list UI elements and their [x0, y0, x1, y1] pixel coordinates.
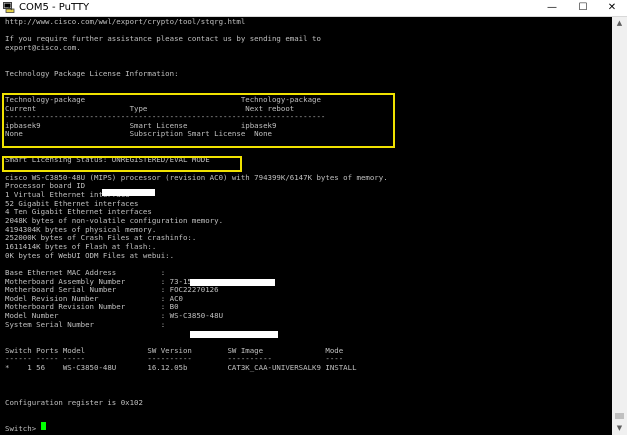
terminal-line: ------ ----- ----- ---------- ----------… [5, 354, 344, 364]
terminal-line: 1611414K bytes of Flash at flash:. [5, 241, 157, 251]
terminal-line: 252000K bytes of Crash Files at crashinf… [5, 233, 197, 243]
terminal-line: Model Revision Number : AC0 [5, 293, 183, 303]
terminal-line: 0K bytes of WebUI ODM Files at webui:. [5, 250, 175, 260]
license-table-highlight [2, 93, 395, 148]
terminal-line: Model Number : WS-C3850-48U [5, 311, 224, 321]
terminal-line: System Serial Number : [5, 319, 166, 329]
scroll-up-arrow-icon[interactable]: ▲ [612, 17, 627, 30]
terminal-line: Motherboard Assembly Number : 73-15799-0… [5, 276, 219, 286]
terminal-line: Motherboard Revision Number : B0 [5, 302, 179, 312]
terminal-line: http://www.cisco.com/wwl/export/crypto/t… [5, 17, 246, 26]
redacted-mac-address [190, 279, 275, 286]
terminal-output[interactable]: Switch> Configuration register is 0x102 * … [2, 17, 610, 435]
redacted-serial-number [190, 331, 278, 338]
terminal-line: Switch> [5, 423, 37, 433]
terminal-line: 4194304K bytes of physical memory. [5, 224, 157, 234]
terminal-line: Motherboard Serial Number : FOC22270126 [5, 285, 219, 295]
terminal-line: Base Ethernet MAC Address : [5, 267, 166, 277]
terminal-line: If you require further assistance please… [5, 34, 321, 44]
terminal-line: Technology Package License Information: [5, 68, 179, 78]
terminal-line: Configuration register is 0x102 [5, 397, 143, 407]
terminal-line: * 1 56 WS-C3850-48U 16.12.05b CAT3K_CAA-… [5, 363, 357, 372]
vertical-scrollbar[interactable]: ▲ ▼ [612, 17, 627, 435]
terminal-line: Switch Ports Model SW Version SW Image M… [5, 345, 344, 355]
licensing-status-highlight [2, 156, 242, 172]
scrollbar-thumb[interactable] [615, 413, 624, 419]
scroll-down-arrow-icon[interactable]: ▼ [612, 422, 627, 435]
terminal-line: Processor board ID [5, 181, 86, 191]
terminal-line: 2048K bytes of non-volatile configuratio… [5, 215, 224, 225]
close-button[interactable]: ✕ [597, 0, 627, 16]
putty-app-icon [3, 2, 15, 13]
terminal-line: export@cisco.com. [5, 42, 81, 52]
window-title: COM5 - PuTTY [19, 2, 90, 13]
terminal-line: cisco WS-C3850-48U (MIPS) processor (rev… [5, 172, 388, 182]
title-bar[interactable]: COM5 - PuTTY — ☐ ✕ [0, 0, 627, 17]
putty-window: COM5 - PuTTY — ☐ ✕ Switch> Configuration … [0, 0, 627, 435]
terminal-line: 52 Gigabit Ethernet interfaces [5, 198, 139, 208]
redacted-board-id [102, 189, 155, 196]
terminal-cursor [41, 422, 46, 430]
maximize-button[interactable]: ☐ [568, 0, 598, 16]
minimize-button[interactable]: — [537, 0, 567, 16]
terminal-line: 4 Ten Gigabit Ethernet interfaces [5, 207, 152, 217]
